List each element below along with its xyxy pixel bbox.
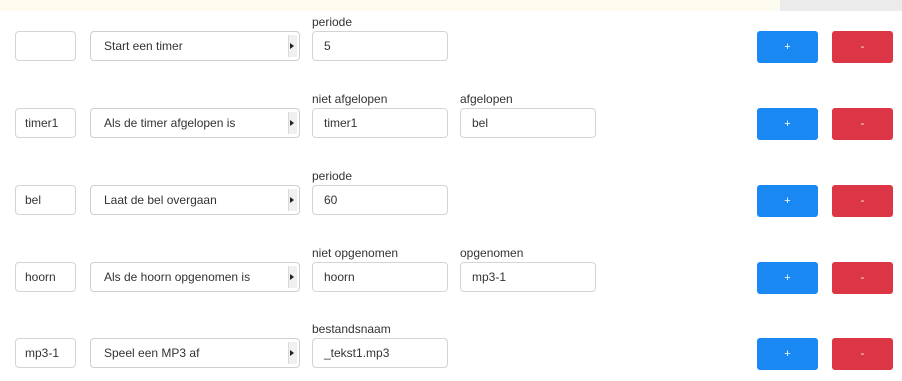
select-arrow-icon[interactable]	[288, 189, 297, 211]
action-select-value: Als de hoorn opgenomen is	[104, 270, 251, 284]
rule-row: hoorn Als de hoorn opgenomen is niet opg…	[0, 246, 902, 294]
param2-input[interactable]: bel	[460, 108, 596, 138]
step-name-input[interactable]: bel	[15, 185, 76, 215]
add-button[interactable]: +	[757, 108, 818, 140]
add-button[interactable]: +	[757, 185, 818, 217]
step-name-input[interactable]: mp3-1	[15, 338, 76, 368]
param1-label: periode	[312, 169, 353, 183]
add-button[interactable]: +	[757, 262, 818, 294]
action-select[interactable]: Laat de bel overgaan	[90, 185, 300, 215]
remove-button[interactable]: -	[832, 185, 893, 217]
top-corner-panel	[780, 0, 902, 11]
param2-input[interactable]: mp3-1	[460, 262, 596, 292]
param1-label: bestandsnaam	[312, 322, 391, 336]
action-select-value: Als de timer afgelopen is	[104, 116, 236, 130]
param1-label: niet opgenomen	[312, 246, 399, 260]
select-arrow-icon[interactable]	[288, 112, 297, 134]
action-select[interactable]: Start een timer	[90, 31, 300, 61]
action-select-value: Laat de bel overgaan	[104, 193, 217, 207]
step-name-input[interactable]	[15, 31, 76, 61]
param1-input[interactable]: timer1	[312, 108, 448, 138]
rule-row: timer1 Als de timer afgelopen is niet af…	[0, 92, 902, 140]
param1-input[interactable]: _tekst1.mp3	[312, 338, 448, 368]
param2-label: afgelopen	[460, 92, 513, 106]
rule-row: mp3-1 Speel een MP3 af bestandsnaam _tek…	[0, 322, 902, 370]
add-button[interactable]: +	[757, 338, 818, 370]
param2-label: opgenomen	[460, 246, 524, 260]
remove-button[interactable]: -	[832, 338, 893, 370]
action-select[interactable]: Als de timer afgelopen is	[90, 108, 300, 138]
param1-input[interactable]: hoorn	[312, 262, 448, 292]
select-arrow-icon[interactable]	[288, 35, 297, 57]
action-select-value: Speel een MP3 af	[104, 346, 200, 360]
step-name-input[interactable]: timer1	[15, 108, 76, 138]
remove-button[interactable]: -	[832, 262, 893, 294]
param1-input[interactable]: 5	[312, 31, 448, 61]
top-strip	[0, 0, 902, 11]
param1-label: niet afgelopen	[312, 92, 388, 106]
param1-input[interactable]: 60	[312, 185, 448, 215]
action-select[interactable]: Speel een MP3 af	[90, 338, 300, 368]
step-name-input[interactable]: hoorn	[15, 262, 76, 292]
remove-button[interactable]: -	[832, 31, 893, 63]
select-arrow-icon[interactable]	[288, 342, 297, 364]
remove-button[interactable]: -	[832, 108, 893, 140]
select-arrow-icon[interactable]	[288, 266, 297, 288]
action-select-value: Start een timer	[104, 39, 183, 53]
rule-row: bel Laat de bel overgaan periode 60 + -	[0, 169, 902, 217]
param1-label: periode	[312, 15, 353, 29]
add-button[interactable]: +	[757, 31, 818, 63]
action-select[interactable]: Als de hoorn opgenomen is	[90, 262, 300, 292]
rule-row: Start een timer periode 5 + -	[0, 15, 902, 63]
